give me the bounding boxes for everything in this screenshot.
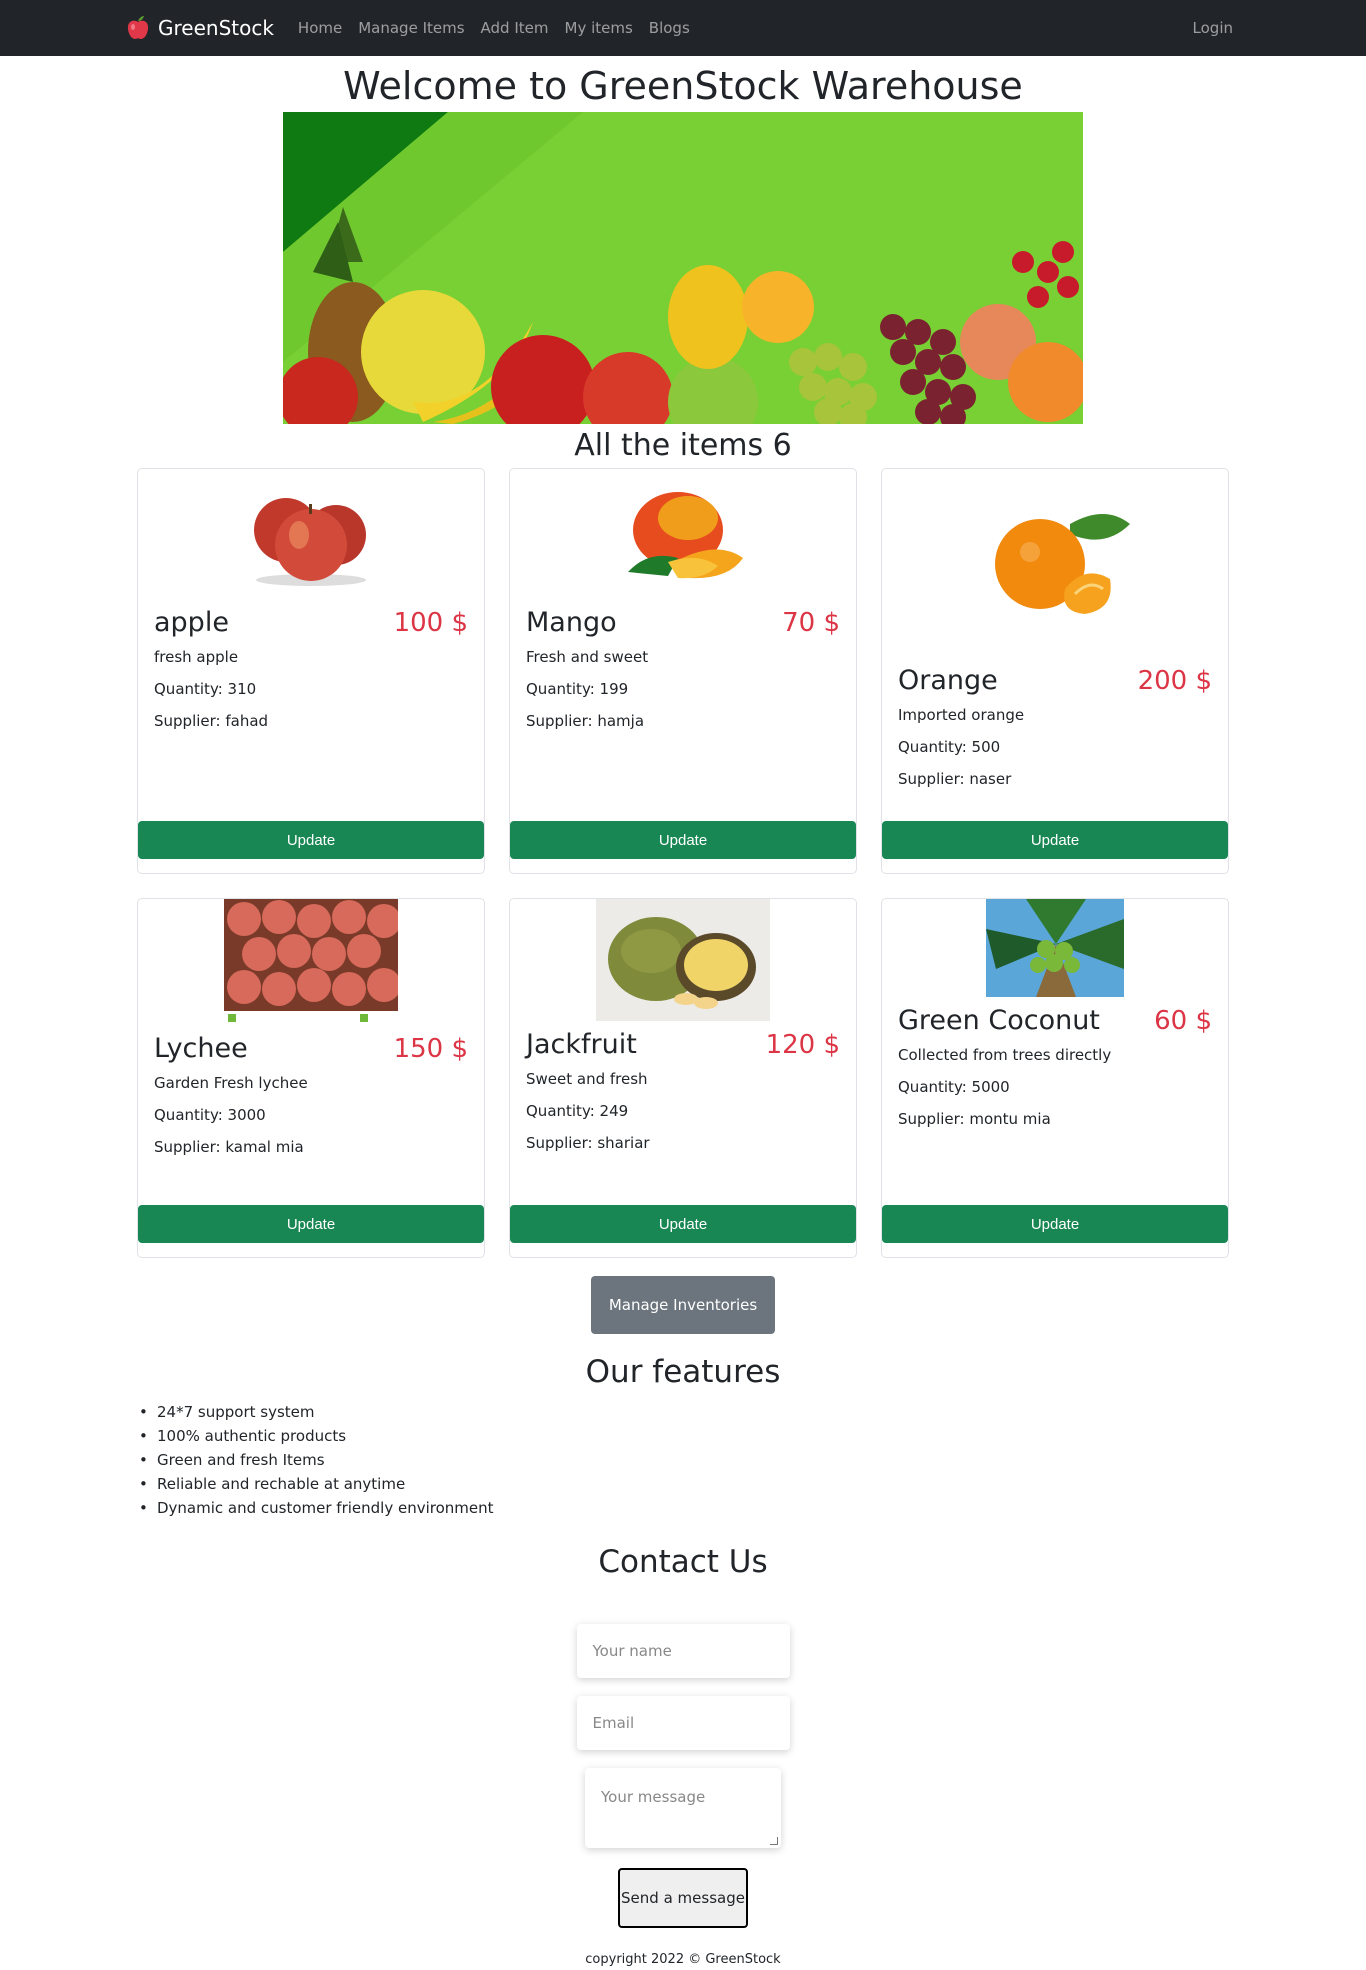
- item-supplier: Supplier: shariar: [526, 1134, 650, 1152]
- jackfruit-image: [596, 899, 770, 1021]
- item-price: 120 $: [765, 1029, 840, 1060]
- item-price: 70 $: [782, 607, 840, 638]
- update-button[interactable]: Update: [882, 1205, 1228, 1243]
- item-supplier: Supplier: montu mia: [898, 1110, 1051, 1128]
- feature-item: Reliable and rechable at anytime: [139, 1472, 1366, 1496]
- item-quantity: Quantity: 3000: [154, 1106, 266, 1124]
- update-button[interactable]: Update: [138, 821, 484, 859]
- item-price: 150 $: [393, 1033, 468, 1064]
- navbar: GreenStock Home Manage Items Add Item My…: [0, 0, 1366, 56]
- nav-add-item[interactable]: Add Item: [473, 19, 557, 37]
- features-heading: Our features: [585, 1354, 781, 1390]
- item-supplier: Supplier: fahad: [154, 712, 269, 730]
- email-input[interactable]: Email: [576, 1696, 790, 1750]
- feature-item: Dynamic and customer friendly environmen…: [139, 1496, 1366, 1520]
- nav-home[interactable]: Home: [290, 19, 350, 37]
- apple-logo-icon: [127, 16, 149, 39]
- item-card: Green Coconut 60 $ Collected from trees …: [881, 898, 1229, 1258]
- item-card: Jackfruit 120 $ Sweet and fresh Quantity…: [509, 898, 857, 1258]
- resize-handle-icon[interactable]: [770, 1837, 778, 1845]
- item-name: Lychee: [154, 1033, 248, 1064]
- contact-form: Your name Email Your message Send a mess…: [0, 1624, 1366, 1928]
- manage-inventories-button[interactable]: Manage Inventories: [590, 1276, 776, 1334]
- item-description: Garden Fresh lychee: [154, 1074, 308, 1092]
- item-quantity: Quantity: 500: [898, 738, 1001, 756]
- item-card: Mango 70 $ Fresh and sweet Quantity: 199…: [509, 468, 857, 874]
- items-heading: All the items 6: [574, 428, 792, 463]
- footer-copyright: copyright 2022 © GreenStock: [585, 1952, 781, 1967]
- item-card: Lychee 150 $ Garden Fresh lychee Quantit…: [137, 898, 485, 1258]
- send-message-button[interactable]: Send a message: [618, 1868, 748, 1928]
- item-price: 100 $: [393, 607, 468, 638]
- items-grid: apple 100 $ fresh apple Quantity: 310 Su…: [125, 468, 1241, 1258]
- feature-item: 100% authentic products: [139, 1424, 1366, 1448]
- feature-item: 24*7 support system: [139, 1400, 1366, 1424]
- item-supplier: Supplier: kamal mia: [154, 1138, 304, 1156]
- coconut-image: [986, 899, 1124, 997]
- nav-blogs[interactable]: Blogs: [641, 19, 698, 37]
- nav-manage-items[interactable]: Manage Items: [350, 19, 472, 37]
- mango-image: [628, 492, 743, 579]
- contact-heading: Contact Us: [598, 1544, 768, 1580]
- item-image: [138, 899, 484, 1025]
- item-card: Orange 200 $ Imported orange Quantity: 5…: [881, 468, 1229, 874]
- features-list: 24*7 support system 100% authentic produ…: [139, 1400, 1366, 1520]
- manage-wrap: Manage Inventories: [0, 1276, 1366, 1334]
- message-textarea[interactable]: Your message: [585, 1768, 781, 1848]
- item-price: 60 $: [1154, 1005, 1212, 1036]
- message-placeholder: Your message: [601, 1788, 706, 1806]
- feature-item: Green and fresh Items: [139, 1448, 1366, 1472]
- item-image: [882, 899, 1228, 997]
- brand-name: GreenStock: [158, 16, 274, 40]
- item-name: Jackfruit: [526, 1029, 637, 1060]
- item-quantity: Quantity: 310: [154, 680, 257, 698]
- item-name: Mango: [526, 607, 617, 638]
- update-button[interactable]: Update: [510, 821, 856, 859]
- lychee-image: [224, 899, 398, 1025]
- item-image: [138, 471, 484, 599]
- item-quantity: Quantity: 5000: [898, 1078, 1010, 1096]
- item-price: 200 $: [1137, 665, 1212, 696]
- item-quantity: Quantity: 199: [526, 680, 629, 698]
- update-button[interactable]: Update: [882, 821, 1228, 859]
- item-description: fresh apple: [154, 648, 239, 666]
- page-title: Welcome to GreenStock Warehouse: [343, 64, 1023, 108]
- nav-links: Home Manage Items Add Item My items Blog…: [290, 19, 698, 37]
- update-button[interactable]: Update: [510, 1205, 856, 1243]
- item-image: [882, 471, 1228, 657]
- item-supplier: Supplier: hamja: [526, 712, 645, 730]
- item-quantity: Quantity: 249: [526, 1102, 629, 1120]
- item-image: [510, 471, 856, 599]
- item-image: [510, 899, 856, 1021]
- item-description: Sweet and fresh: [526, 1070, 648, 1088]
- item-name: Orange: [898, 665, 998, 696]
- nav-login[interactable]: Login: [1193, 19, 1233, 37]
- orange-image: [995, 514, 1130, 614]
- update-button[interactable]: Update: [138, 1205, 484, 1243]
- item-card: apple 100 $ fresh apple Quantity: 310 Su…: [137, 468, 485, 874]
- item-supplier: Supplier: naser: [898, 770, 1012, 788]
- item-name: Green Coconut: [898, 1005, 1100, 1036]
- item-name: apple: [154, 607, 229, 638]
- nav-my-items[interactable]: My items: [557, 19, 641, 37]
- brand[interactable]: GreenStock: [126, 15, 274, 41]
- item-description: Collected from trees directly: [898, 1046, 1112, 1064]
- item-description: Fresh and sweet: [526, 648, 649, 666]
- item-description: Imported orange: [898, 706, 1025, 724]
- fruits-banner-image: [283, 112, 1083, 424]
- name-input[interactable]: Your name: [576, 1624, 790, 1678]
- apple-image: [254, 498, 366, 586]
